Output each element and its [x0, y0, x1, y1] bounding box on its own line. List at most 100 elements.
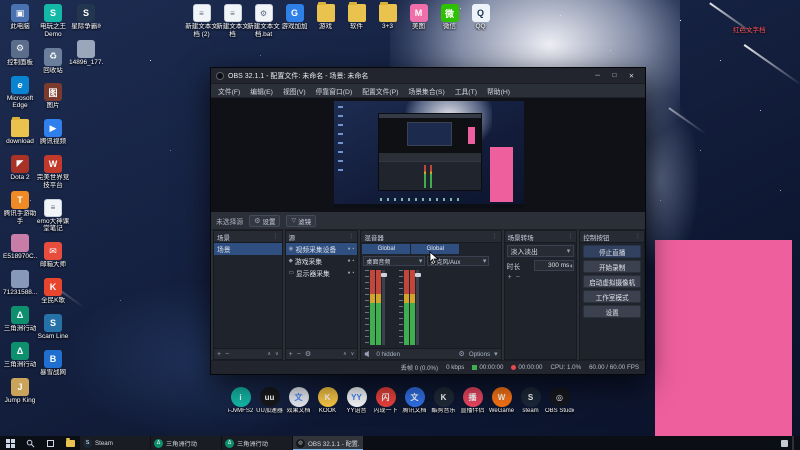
dock-shortcut[interactable]: S steam: [516, 387, 545, 421]
menu-item[interactable]: 工具(T): [450, 86, 482, 96]
dock-shortcut[interactable]: 文 效果文档: [284, 387, 313, 421]
transition-select[interactable]: 淡入淡出: [506, 245, 575, 257]
stop-streaming-button[interactable]: 停止直播: [583, 245, 641, 258]
source-row[interactable]: ◉ 视频采集设备: [285, 243, 358, 255]
maximize-button[interactable]: □: [606, 69, 623, 82]
lock-icon[interactable]: [353, 258, 355, 264]
search-button[interactable]: [20, 436, 40, 450]
menu-item[interactable]: 视图(V): [278, 86, 311, 96]
move-down-icon[interactable]: [351, 351, 355, 357]
dock-shortcut[interactable]: W WeGame: [487, 387, 516, 421]
add-scene-icon[interactable]: [217, 351, 221, 358]
desktop-icon[interactable]: 软件: [341, 2, 372, 39]
desktop-icon[interactable]: 3+3: [372, 2, 403, 39]
desktop-icon[interactable]: e Microsoft Edge: [4, 75, 36, 111]
taskbar-button[interactable]: Δ 三角洲行动: [222, 436, 292, 450]
taskbar-button[interactable]: Δ 三角洲行动: [151, 436, 221, 450]
desktop-icon[interactable]: ♻ 回收站: [37, 47, 69, 75]
red-file-label[interactable]: 红色文字档: [733, 24, 766, 34]
move-down-icon[interactable]: [275, 351, 279, 357]
dock-menu-icon[interactable]: [273, 233, 279, 240]
source-properties-button[interactable]: 设置: [249, 214, 281, 227]
dock-menu-icon[interactable]: [567, 233, 573, 240]
obs-titlebar[interactable]: OBS 32.1.1 - 配置文件: 未命名 - 场景: 未命名 ─ □ ✕: [211, 68, 645, 84]
menu-item[interactable]: 文件(F): [213, 86, 245, 96]
file-explorer-button[interactable]: [60, 436, 80, 450]
dock-shortcut[interactable]: YY YY语音: [342, 387, 371, 421]
desktop-icon[interactable]: 14896_177...: [69, 39, 103, 67]
dock-shortcut[interactable]: 播 直播伴侣: [458, 387, 487, 421]
desktop-icon[interactable]: S 电玩之王 Demo: [37, 4, 69, 39]
start-virtualcam-button[interactable]: 启动虚拟摄像机: [583, 275, 641, 288]
visibility-icon[interactable]: [348, 246, 351, 252]
task-view-button[interactable]: [40, 436, 60, 450]
dock-shortcut[interactable]: i i-JvMFS2: [226, 387, 255, 421]
start-recording-button[interactable]: 开始录制: [583, 260, 641, 273]
add-transition-icon[interactable]: [508, 274, 512, 281]
source-row[interactable]: ◆ 游戏采集: [286, 255, 358, 267]
desktop-icon[interactable]: ✉ 邮箱大师: [37, 242, 69, 269]
display-capture-preview[interactable]: [334, 101, 524, 208]
desktop-icon[interactable]: Q QQ: [465, 4, 496, 39]
scene-item[interactable]: 场景: [214, 243, 282, 255]
desktop-icon[interactable]: T 腾讯手游助手: [4, 190, 36, 226]
menu-item[interactable]: 帮助(H): [482, 86, 515, 96]
close-button[interactable]: ✕: [623, 69, 640, 82]
desktop-icon[interactable]: 微 微信: [434, 4, 465, 39]
dock-shortcut[interactable]: ◎ OBS Studio: [545, 387, 574, 421]
volume-fader[interactable]: [414, 270, 421, 345]
dock-menu-icon[interactable]: [492, 233, 498, 240]
dock-menu-icon[interactable]: [348, 233, 354, 240]
desktop-icon[interactable]: ◤ Dota 2: [4, 154, 36, 182]
desktop-icon[interactable]: 游戏: [310, 2, 341, 39]
menu-item[interactable]: 场景集合(S): [403, 86, 449, 96]
desktop-icon[interactable]: ⚙ 新建文本文档.bat: [247, 4, 280, 39]
desktop-icon[interactable]: S 星际争霸II: [70, 4, 102, 31]
visibility-icon[interactable]: [348, 258, 351, 264]
dock-menu-icon[interactable]: [635, 233, 641, 240]
start-button[interactable]: [0, 436, 20, 450]
desktop-icon[interactable]: Δ 三角洲行动: [4, 305, 36, 333]
mixer-channel-select[interactable]: 桌面音频: [363, 256, 426, 266]
dock-shortcut[interactable]: K KOOK: [313, 387, 342, 421]
desktop-icon[interactable]: ⚙ 控制面板: [4, 39, 36, 67]
dock-shortcut[interactable]: 文 腾讯文档: [400, 387, 429, 421]
desktop-icon[interactable]: ≡ emo大神课堂笔记: [37, 198, 69, 234]
desktop-icon[interactable]: Δ 三角洲行动: [4, 341, 36, 369]
stepper-icon[interactable]: ▴ ▾: [570, 262, 572, 268]
desktop-icon[interactable]: G 游戏加加: [279, 4, 310, 39]
desktop-icon[interactable]: M 美图: [403, 4, 434, 39]
desktop-icon[interactable]: B 暴雪战网: [37, 349, 69, 377]
show-desktop-button[interactable]: [792, 436, 794, 450]
minimize-button[interactable]: ─: [589, 69, 606, 82]
dock-shortcut[interactable]: 闪 闪现一下: [371, 387, 400, 421]
source-settings-icon[interactable]: [305, 350, 311, 358]
desktop-icon[interactable]: J Jump King: [4, 377, 36, 405]
dock-shortcut[interactable]: K 酷狗音乐: [429, 387, 458, 421]
remove-source-icon[interactable]: [297, 351, 301, 358]
studio-mode-button[interactable]: 工作室模式: [583, 290, 641, 303]
mixer-tab[interactable]: Global: [362, 244, 411, 254]
dock-shortcut[interactable]: uu UU加速器: [255, 387, 284, 421]
desktop-icon[interactable]: ▶ 腾讯视频: [37, 119, 69, 146]
remove-transition-icon[interactable]: [516, 274, 520, 281]
desktop-icon[interactable]: ≡ 新建文本文档: [216, 4, 249, 39]
source-filters-button[interactable]: 滤镜: [286, 214, 317, 227]
menu-item[interactable]: 停靠窗口(D): [311, 86, 358, 96]
tray-icon[interactable]: [781, 439, 788, 447]
desktop-icon[interactable]: 图 图片: [37, 83, 69, 110]
desktop-icon[interactable]: E518970C...: [3, 234, 37, 261]
desktop-icon[interactable]: W 完美世界竞技平台: [37, 154, 69, 190]
mixer-settings-icon[interactable]: [459, 350, 465, 358]
move-up-icon[interactable]: [267, 351, 271, 357]
desktop-icon[interactable]: K 全民K歌: [37, 277, 69, 305]
taskbar-button[interactable]: S Steam: [80, 436, 150, 450]
menu-item[interactable]: 编辑(E): [245, 86, 278, 96]
desktop-icon[interactable]: download: [4, 117, 36, 146]
lock-icon[interactable]: [353, 270, 355, 276]
obs-settings-button[interactable]: 设置: [583, 305, 641, 318]
visibility-icon[interactable]: [348, 270, 351, 276]
move-up-icon[interactable]: [343, 351, 347, 357]
desktop-icon[interactable]: S Scam Line: [37, 313, 69, 341]
menu-item[interactable]: 配置文件(P): [357, 86, 403, 96]
